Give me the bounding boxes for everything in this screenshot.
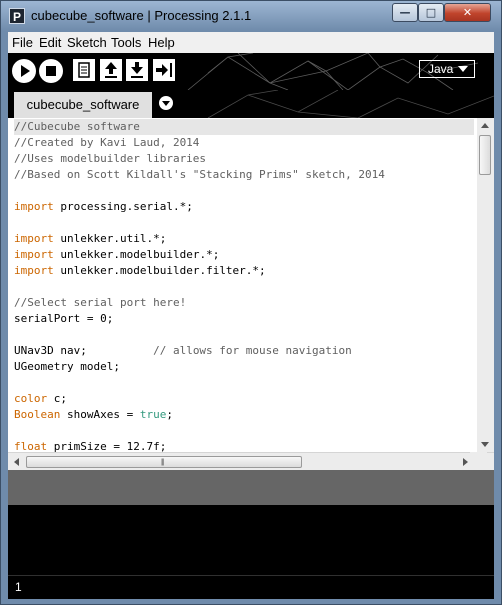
line-number: 1 [15, 580, 22, 594]
code-keyword: import [14, 248, 54, 261]
tab-bar: cubecube_software [8, 90, 494, 118]
save-button[interactable] [126, 59, 148, 81]
code-comment: //Created by Kavi Laud, 2014 [14, 136, 200, 149]
menu-sketch[interactable]: Sketch [67, 35, 107, 50]
code-token: showAxes = [60, 408, 140, 421]
scroll-down-icon[interactable] [481, 442, 489, 447]
code-comment: //Select serial port here! [14, 296, 187, 309]
code-comment: //Uses modelbuilder libraries [14, 152, 207, 165]
menu-tools[interactable]: Tools [111, 35, 141, 50]
code-line[interactable]: import unlekker.modelbuilder.filter.*; [14, 263, 474, 279]
code-line[interactable]: import unlekker.util.*; [14, 231, 474, 247]
maximize-button[interactable]: □ [418, 3, 444, 22]
scroll-left-icon[interactable] [14, 458, 19, 466]
code-token: serialPort = 0; [14, 312, 114, 325]
tab-cubecube-software[interactable]: cubecube_software [14, 92, 152, 118]
open-icon [105, 62, 117, 78]
code-line[interactable] [14, 375, 474, 391]
code-line[interactable] [14, 215, 474, 231]
stop-button[interactable] [39, 59, 63, 83]
code-token: UGeometry model; [14, 360, 120, 373]
scroll-corner [470, 452, 487, 470]
code-line[interactable]: import unlekker.modelbuilder.*; [14, 247, 474, 263]
vertical-scrollbar[interactable] [477, 118, 494, 452]
run-icon [21, 65, 30, 77]
code-token: processing.serial.*; [53, 200, 193, 213]
close-button[interactable]: ✕ [444, 3, 491, 22]
code-token: c; [47, 392, 67, 405]
code-line[interactable]: //Cubecube software [14, 119, 474, 135]
processing-app-icon: P [9, 8, 25, 24]
new-button[interactable] [73, 59, 95, 81]
export-icon [156, 63, 172, 77]
message-area [8, 470, 494, 505]
processing-window: P cubecube_software | Processing 2.1.1 —… [0, 0, 502, 605]
code-token: unlekker.modelbuilder.*; [53, 248, 220, 261]
save-icon [131, 62, 143, 78]
new-icon [78, 62, 90, 78]
run-button[interactable] [12, 59, 36, 83]
export-button[interactable] [153, 59, 175, 81]
code-comment: //Cubecube software [14, 120, 140, 133]
code-text[interactable]: //Cubecube software //Created by Kavi Lau… [14, 119, 474, 455]
code-literal: true [139, 408, 167, 421]
menu-edit[interactable]: Edit [39, 35, 61, 50]
vertical-scroll-thumb[interactable] [479, 135, 491, 175]
scroll-up-icon[interactable] [481, 123, 489, 128]
code-line[interactable]: //Created by Kavi Laud, 2014 [14, 135, 474, 151]
stop-icon [46, 66, 56, 76]
code-token: ; [166, 408, 173, 421]
horizontal-scrollbar[interactable]: ||| [8, 452, 494, 471]
line-status-bar: 1 [8, 575, 494, 599]
code-keyword: import [14, 200, 54, 213]
code-line[interactable]: UNav3D nav; // allows for mouse navigati… [14, 343, 474, 359]
code-line[interactable]: import processing.serial.*; [14, 199, 474, 215]
code-line[interactable]: //Based on Scott Kildall's "Stacking Pri… [14, 167, 474, 183]
code-token: unlekker.modelbuilder.filter.*; [53, 264, 266, 277]
mode-label: Java [428, 62, 454, 76]
horizontal-scroll-thumb[interactable]: ||| [26, 456, 302, 468]
code-line[interactable] [14, 279, 474, 295]
code-token: UNav3D nav; [14, 344, 154, 357]
code-line[interactable] [14, 423, 474, 439]
code-keyword: import [14, 264, 54, 277]
code-line[interactable] [14, 183, 474, 199]
menu-bar: File Edit Sketch Tools Help [8, 32, 494, 54]
window-title: cubecube_software | Processing 2.1.1 [31, 8, 252, 23]
toolbar: Java [8, 53, 494, 90]
open-button[interactable] [100, 59, 122, 81]
code-keyword: color [14, 392, 48, 405]
minimize-button[interactable]: — [392, 3, 418, 22]
code-line[interactable] [14, 327, 474, 343]
code-line[interactable]: //Uses modelbuilder libraries [14, 151, 474, 167]
scroll-grip: ||| [161, 459, 165, 466]
code-line[interactable]: UGeometry model; [14, 359, 474, 375]
code-keyword: Boolean [14, 408, 61, 421]
code-comment: // allows for mouse navigation [153, 344, 352, 357]
code-line[interactable]: color c; [14, 391, 474, 407]
console-area[interactable] [8, 505, 494, 575]
code-line[interactable]: serialPort = 0; [14, 311, 474, 327]
scroll-right-icon[interactable] [463, 458, 468, 466]
code-token: unlekker.util.*; [53, 232, 167, 245]
tab-menu-button[interactable] [159, 96, 173, 110]
menu-help[interactable]: Help [148, 35, 175, 50]
title-bar[interactable]: P cubecube_software | Processing 2.1.1 —… [1, 1, 501, 32]
code-comment: //Based on Scott Kildall's "Stacking Pri… [14, 168, 385, 181]
code-keyword: import [14, 232, 54, 245]
mode-selector[interactable]: Java [419, 60, 475, 78]
code-line[interactable]: //Select serial port here! [14, 295, 474, 311]
chevron-down-icon [458, 66, 468, 72]
menu-file[interactable]: File [12, 35, 33, 50]
code-line[interactable]: Boolean showAxes = true; [14, 407, 474, 423]
code-editor[interactable]: //Cubecube software //Created by Kavi Lau… [8, 118, 494, 455]
